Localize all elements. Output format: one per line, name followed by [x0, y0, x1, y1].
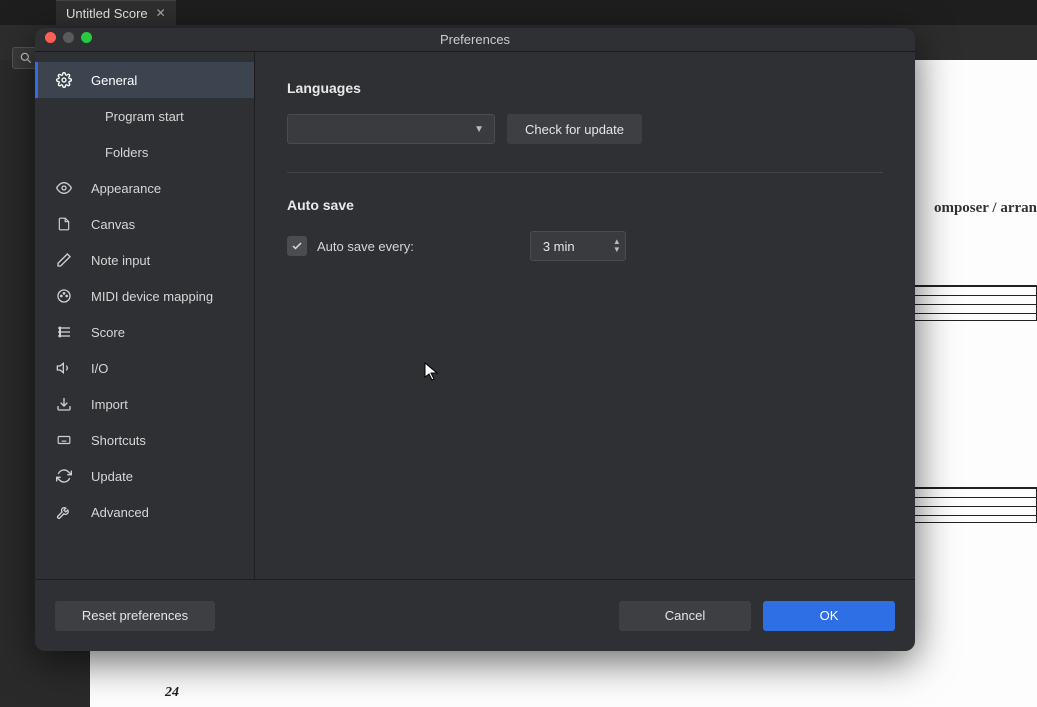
close-tab-icon[interactable]: ✕ [156, 6, 166, 20]
sidebar-item-canvas[interactable]: Canvas [35, 206, 254, 242]
sidebar-item-label: Advanced [91, 505, 149, 520]
sidebar-item-label: Canvas [91, 217, 135, 232]
cancel-button[interactable]: Cancel [619, 601, 751, 631]
autosave-interval-value: 3 min [531, 239, 613, 254]
sidebar-item-program-start[interactable]: Program start [35, 98, 254, 134]
document-tab[interactable]: Untitled Score ✕ [56, 0, 176, 25]
reset-preferences-button[interactable]: Reset preferences [55, 601, 215, 631]
ok-button[interactable]: OK [763, 601, 895, 631]
score-icon [55, 323, 73, 341]
autosave-label: Auto save every: [317, 239, 414, 254]
sidebar-item-import[interactable]: Import [35, 386, 254, 422]
sidebar-item-label: Note input [91, 253, 150, 268]
download-icon [55, 395, 73, 413]
preferences-dialog: Preferences General Program start Folder… [35, 28, 915, 651]
refresh-icon [55, 467, 73, 485]
measure-number: 24 [165, 685, 179, 701]
chevron-down-icon: ▼ [474, 124, 484, 135]
pencil-icon [55, 251, 73, 269]
sidebar-item-update[interactable]: Update [35, 458, 254, 494]
midi-icon [55, 287, 73, 305]
sidebar-item-midi[interactable]: MIDI device mapping [35, 278, 254, 314]
sidebar-item-label: Appearance [91, 181, 161, 196]
window-close-icon[interactable] [45, 32, 56, 43]
sidebar-item-label: Import [91, 397, 128, 412]
autosave-section-title: Auto save [287, 197, 883, 213]
spin-down-icon[interactable]: ▼ [613, 246, 621, 254]
sidebar-item-label: Program start [105, 109, 184, 124]
sidebar-item-label: Shortcuts [91, 433, 146, 448]
languages-section-title: Languages [287, 80, 883, 96]
speaker-icon [55, 359, 73, 377]
sidebar-item-score[interactable]: Score [35, 314, 254, 350]
gear-icon [55, 71, 73, 89]
language-select[interactable]: ▼ [287, 114, 495, 144]
sidebar-item-appearance[interactable]: Appearance [35, 170, 254, 206]
sidebar-item-label: Folders [105, 145, 148, 160]
sidebar-item-io[interactable]: I/O [35, 350, 254, 386]
sidebar-item-label: Score [91, 325, 125, 340]
window-maximize-icon[interactable] [81, 32, 92, 43]
sidebar-item-shortcuts[interactable]: Shortcuts [35, 422, 254, 458]
autosave-checkbox[interactable] [287, 236, 307, 256]
dialog-title: Preferences [440, 32, 510, 47]
sidebar-item-label: I/O [91, 361, 108, 376]
window-minimize-icon[interactable] [63, 32, 74, 43]
sidebar-item-general[interactable]: General [35, 62, 254, 98]
sidebar-item-folders[interactable]: Folders [35, 134, 254, 170]
sidebar-item-label: General [91, 73, 137, 88]
preferences-sidebar: General Program start Folders Appearance… [35, 52, 255, 579]
wrench-icon [55, 503, 73, 521]
page-icon [55, 215, 73, 233]
sidebar-item-advanced[interactable]: Advanced [35, 494, 254, 530]
sidebar-item-label: Update [91, 469, 133, 484]
sidebar-item-label: MIDI device mapping [91, 289, 213, 304]
eye-icon [55, 179, 73, 197]
tab-title: Untitled Score [66, 6, 148, 21]
autosave-interval-input[interactable]: 3 min ▲ ▼ [530, 231, 626, 261]
composer-label: omposer / arran [934, 200, 1037, 217]
sidebar-item-note-input[interactable]: Note input [35, 242, 254, 278]
keyboard-icon [55, 431, 73, 449]
divider [287, 172, 883, 173]
check-update-button[interactable]: Check for update [507, 114, 642, 144]
